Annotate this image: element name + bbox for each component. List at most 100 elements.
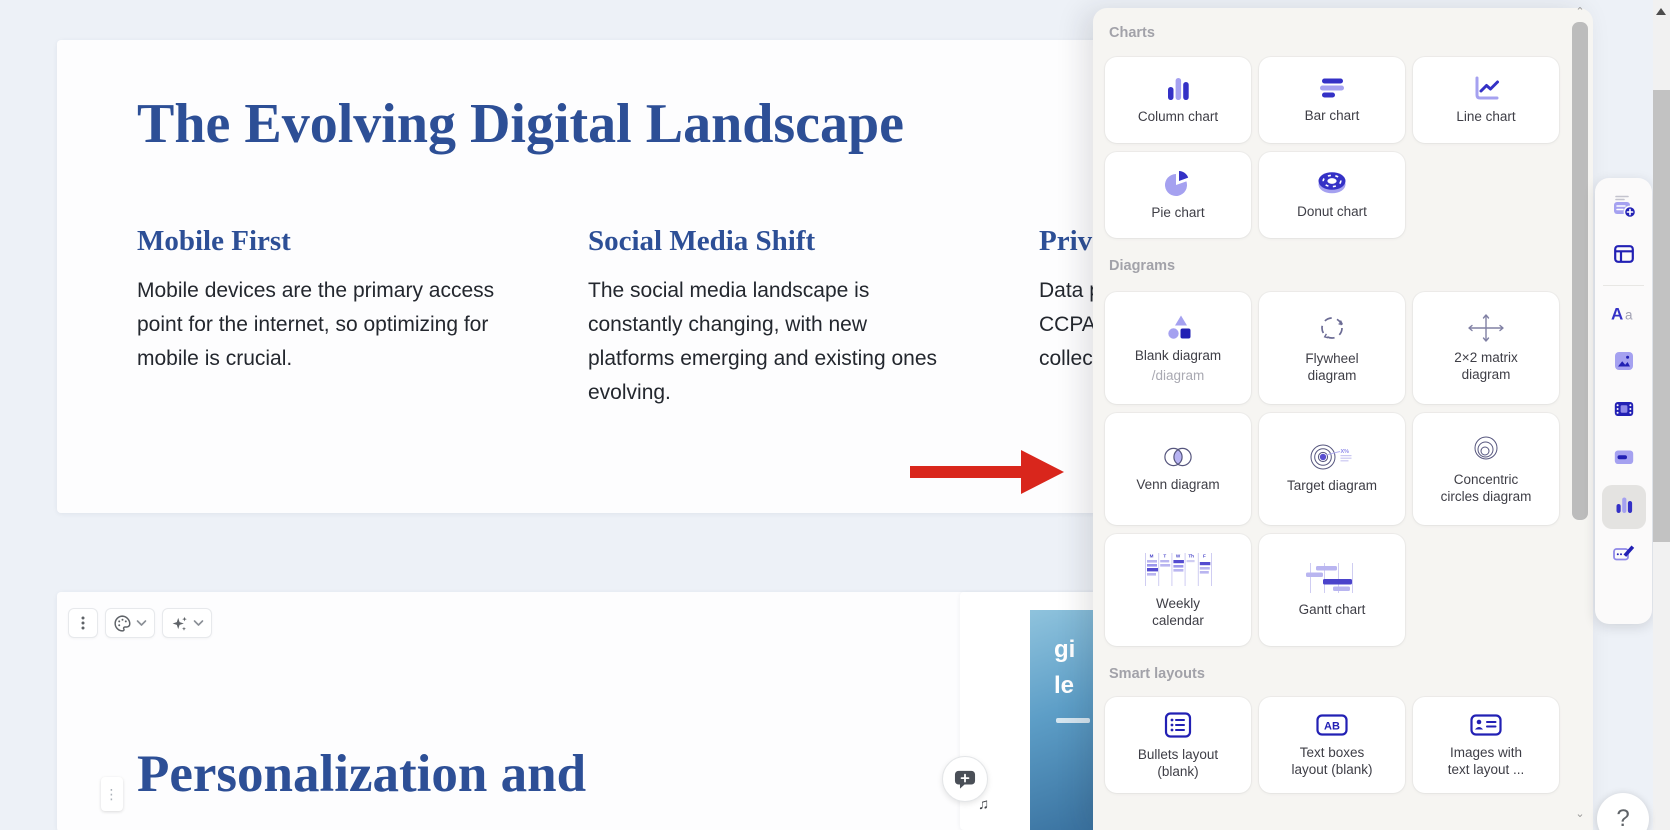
text-button[interactable]: Aa xyxy=(1602,293,1646,337)
panel-scroll-up[interactable]: ⌃ xyxy=(1572,4,1588,18)
insert-option-2-2-matrix-diagram[interactable]: 2×2 matrix diagram xyxy=(1413,292,1559,404)
image-text-fragment: le xyxy=(1030,668,1100,704)
svg-text:a: a xyxy=(1625,307,1633,322)
column-heading: Mobile First xyxy=(137,225,549,258)
card-label: Venn diagram xyxy=(1136,477,1219,494)
svg-text:W: W xyxy=(1176,553,1181,558)
panel-section-header: Charts xyxy=(1109,25,1155,41)
chart-column-icon xyxy=(1612,493,1636,522)
landscape-image: gile xyxy=(1030,610,1100,830)
scroll-up-arrow[interactable] xyxy=(1656,8,1666,15)
chevron-down-icon xyxy=(193,619,204,627)
block-toolbar xyxy=(68,608,212,638)
drag-handle[interactable]: ⋮ xyxy=(101,777,123,811)
insert-option-venn-diagram[interactable]: Venn diagram xyxy=(1105,413,1251,525)
card-label: Images with text layout ... xyxy=(1448,745,1525,779)
panel-card-grid: Blank diagram/diagram Flywheel diagram 2×2… xyxy=(1105,292,1559,646)
bullets-layout-icon xyxy=(1162,710,1194,740)
images-text-layout-icon xyxy=(1468,712,1504,738)
target-diagram-icon: X% xyxy=(1309,443,1355,471)
card-label: Flywheel diagram xyxy=(1305,351,1358,385)
text-boxes-layout-icon: AB xyxy=(1314,712,1350,738)
add-card-icon xyxy=(1611,193,1637,224)
window-scrollbar-thumb[interactable] xyxy=(1653,90,1670,542)
insert-option-images-with-text-layout[interactable]: Images with text layout ... xyxy=(1413,697,1559,793)
insert-option-text-boxes-layout-blank[interactable]: AB Text boxes layout (blank) xyxy=(1259,697,1405,793)
panel-scrollbar-thumb[interactable] xyxy=(1572,22,1588,520)
embed-button[interactable] xyxy=(1602,437,1646,481)
draw-icon xyxy=(1611,541,1637,570)
column-body: The social media landscape isconstantly … xyxy=(588,274,1000,410)
card-label: Text boxes layout (blank) xyxy=(1291,745,1372,779)
weekly-calendar-icon: MTWThF xyxy=(1144,551,1212,589)
insert-option-target-diagram[interactable]: X% Target diagram xyxy=(1259,413,1405,525)
column-chart-icon xyxy=(1161,74,1195,102)
svg-text:AB: AB xyxy=(1324,720,1340,732)
kebab-menu-icon xyxy=(76,615,90,631)
insert-option-column-chart[interactable]: Column chart xyxy=(1105,57,1251,143)
flywheel-diagram-icon xyxy=(1316,312,1348,344)
card-label: Target diagram xyxy=(1287,478,1377,495)
insert-option-bullets-layout-blank[interactable]: Bullets layout (blank) xyxy=(1105,697,1251,793)
doc-column: Mobile First Mobile devices are the prima… xyxy=(137,225,549,376)
insert-option-bar-chart[interactable]: Bar chart xyxy=(1259,57,1405,143)
card-label: Bullets layout (blank) xyxy=(1138,747,1218,781)
matrix-diagram-icon xyxy=(1465,313,1507,343)
comment-plus-icon xyxy=(954,769,976,790)
card-label: Pie chart xyxy=(1151,205,1204,222)
section-heading: Personalization and xyxy=(137,744,586,804)
insert-option-flywheel-diagram[interactable]: Flywheel diagram xyxy=(1259,292,1405,404)
chart-button[interactable] xyxy=(1602,485,1646,529)
sparkles-icon xyxy=(170,614,189,633)
insert-panel: Charts Column chartBar chart Line chart Pie… xyxy=(1093,8,1593,830)
ai-edit-button[interactable] xyxy=(162,608,212,638)
toolbar-divider xyxy=(1603,285,1644,286)
column-body: Mobile devices are the primary accesspoi… xyxy=(137,274,549,376)
text-style-icon: Aa xyxy=(1609,301,1639,330)
donut-chart-icon xyxy=(1314,169,1350,197)
card-label: Line chart xyxy=(1456,109,1515,126)
panel-card-grid: Column chartBar chart Line chart Pie chart… xyxy=(1105,57,1559,238)
insert-option-concentric-circles-diagram[interactable]: Concentric circles diagram xyxy=(1413,413,1559,525)
card-label: Blank diagram xyxy=(1135,348,1221,365)
embed-icon xyxy=(1612,445,1636,474)
concentric-circles-icon xyxy=(1470,433,1502,465)
insert-option-donut-chart[interactable]: Donut chart xyxy=(1259,152,1405,238)
card-label: Gantt chart xyxy=(1299,602,1366,619)
venn-diagram-icon xyxy=(1160,444,1196,470)
card-label: 2×2 matrix diagram xyxy=(1454,350,1517,384)
help-label: ? xyxy=(1616,805,1629,830)
help-button[interactable]: ? xyxy=(1597,793,1649,830)
svg-text:A: A xyxy=(1611,304,1623,323)
pie-chart-icon xyxy=(1162,168,1194,198)
card-sublabel: /diagram xyxy=(1152,369,1205,384)
doc-column: Social Media ShiftThe social media lands… xyxy=(588,225,1000,410)
insert-option-pie-chart[interactable]: Pie chart xyxy=(1105,152,1251,238)
insert-toolbar: Aa xyxy=(1595,178,1652,624)
palette-icon xyxy=(113,614,132,633)
image-icon xyxy=(1612,349,1636,378)
add-comment-button[interactable] xyxy=(942,756,988,802)
window-scrollbar[interactable] xyxy=(1653,0,1670,830)
template-icon xyxy=(1612,242,1636,271)
insert-option-gantt-chart[interactable]: Gantt chart xyxy=(1259,534,1405,646)
music-note-icon: ♫ xyxy=(978,796,989,813)
card-templates-button[interactable] xyxy=(1602,234,1646,278)
document-card-1[interactable]: The Evolving Digital Landscape Mobile Fi… xyxy=(57,40,1100,513)
insert-option-weekly-calendar[interactable]: MTWThF Weekly calendar xyxy=(1105,534,1251,646)
image-button[interactable] xyxy=(1602,341,1646,385)
svg-text:M: M xyxy=(1150,553,1154,558)
svg-text:T: T xyxy=(1163,553,1166,558)
panel-section-header: Diagrams xyxy=(1109,258,1175,274)
image-caption-fragment xyxy=(1056,718,1090,723)
insert-option-blank-diagram[interactable]: Blank diagram/diagram xyxy=(1105,292,1251,404)
draw-button[interactable] xyxy=(1602,533,1646,577)
theme-color-button[interactable] xyxy=(105,608,155,638)
svg-text:F: F xyxy=(1203,553,1206,558)
document-card-2[interactable]: ⋮ Personalization and xyxy=(57,592,1100,830)
block-menu-button[interactable] xyxy=(68,608,98,638)
insert-option-line-chart[interactable]: Line chart xyxy=(1413,57,1559,143)
video-button[interactable] xyxy=(1602,389,1646,433)
panel-scroll-down[interactable]: ⌄ xyxy=(1572,806,1588,820)
add-card-button[interactable] xyxy=(1602,186,1646,230)
